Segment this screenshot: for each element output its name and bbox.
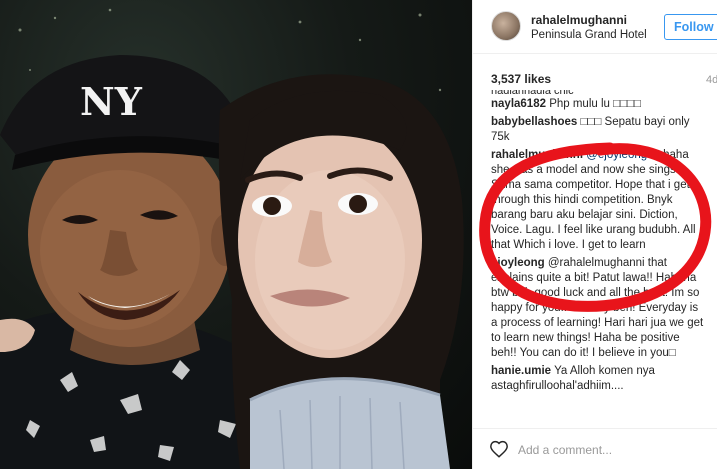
comment-username[interactable]: babybellashoes <box>491 116 577 128</box>
username-link[interactable]: rahalelmughanni <box>531 13 627 27</box>
comment-list: nadiahnadia chic nayla6182 Php mulu lu □… <box>491 90 706 435</box>
comment-footer: Add a comment... <box>473 428 717 469</box>
post-sidebar: rahalelmughanni Peninsula Grand Hotel Fo… <box>472 0 717 469</box>
post-photo[interactable]: NY <box>0 0 472 469</box>
location-link[interactable]: Peninsula Grand Hotel <box>531 29 647 41</box>
list-item: nayla6182 Php mulu lu □□□□ <box>491 97 706 112</box>
comment-text: hahaha she was a model and now she sings… <box>491 149 696 251</box>
comment-username[interactable]: hanie.umie <box>491 365 551 377</box>
comment-text: Php mulu lu □□□□ <box>546 98 641 110</box>
truncated-comment: nadiahnadia chic <box>491 90 706 94</box>
list-item: ejoyleong @rahalelmughanni that explains… <box>491 256 706 361</box>
list-item: rahalelmughanni @ejoyleong hahaha she wa… <box>491 148 706 253</box>
avatar[interactable] <box>491 11 521 41</box>
list-item: hanie.umie Ya Alloh komen nya astaghfiru… <box>491 364 706 394</box>
comment-username[interactable]: ejoyleong <box>491 257 545 269</box>
follow-button[interactable]: Follow <box>664 14 717 40</box>
list-item: babybellashoes □□□ Sepatu bayi only 75k <box>491 115 706 145</box>
ny-logo: NY <box>80 79 143 124</box>
comment-username[interactable]: nayla6182 <box>491 98 546 110</box>
post-header: rahalelmughanni Peninsula Grand Hotel Fo… <box>473 0 717 54</box>
comment-mention-link[interactable]: @ejoyleong <box>583 149 647 161</box>
add-comment-input[interactable]: Add a comment... <box>518 443 612 457</box>
comment-text: @rahalelmughanni that explains quite a b… <box>491 257 704 359</box>
heart-icon[interactable] <box>489 440 509 458</box>
post-time[interactable]: 4d <box>706 74 717 86</box>
comment-username[interactable]: rahalelmughanni <box>491 149 583 161</box>
likes-count[interactable]: 3,537 likes <box>491 72 551 86</box>
selfie-illustration: NY <box>0 8 464 469</box>
